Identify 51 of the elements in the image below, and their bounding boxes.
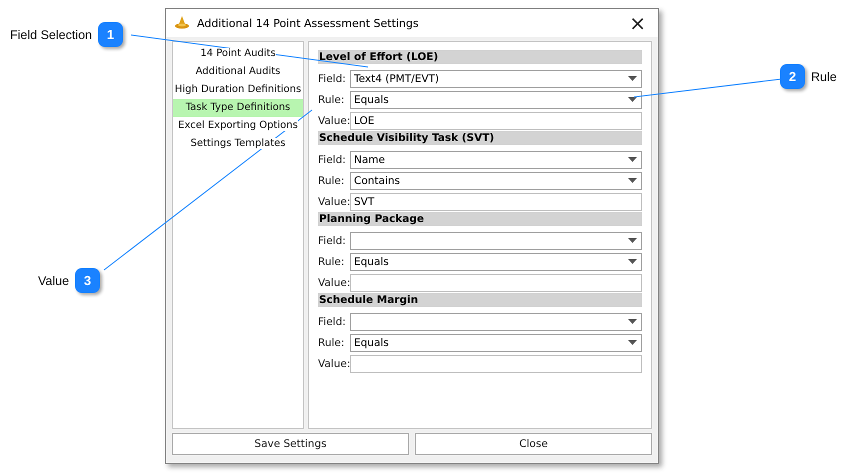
callout-number: 1 [98,22,123,47]
nav-item[interactable]: Settings Templates [173,135,303,153]
window-title: Additional 14 Point Assessment Settings [197,16,420,30]
dropdown[interactable]: Name [350,150,642,168]
field-label: Value: [318,358,350,370]
dialog-button[interactable]: Save Settings [172,433,409,455]
input-field[interactable] [350,274,642,292]
close-button[interactable]: × [625,13,650,33]
callout-label: Rule [811,70,837,84]
dropdown[interactable] [350,312,642,330]
caret-icon [628,157,637,162]
callout-label: Field Selection [10,28,92,42]
input-field[interactable] [350,354,642,372]
callout-number: 3 [75,268,100,293]
field-label: Value: [318,276,350,288]
nav-item[interactable]: Task Type Definitions [173,99,303,117]
cone-icon [174,16,190,30]
caret-icon [628,259,637,264]
input-field[interactable]: SVT [350,192,642,210]
section-header: Planning Package [318,212,642,226]
callout-number: 2 [780,64,805,89]
caret-icon [628,97,637,102]
section-header: Level of Effort (LOE) [318,50,642,64]
caret-icon [628,178,637,183]
field-label: Value: [318,114,350,126]
caret-icon [628,340,637,345]
nav-item[interactable]: 14 Point Audits [173,45,303,63]
field-label: Value: [318,196,350,208]
dropdown[interactable]: Contains [350,172,642,190]
dropdown[interactable]: Text4 (PMT/EVT) [350,70,642,88]
field-label: Rule: [318,94,346,106]
field-label: Field: [318,234,347,246]
nav-item[interactable]: Additional Audits [173,63,303,81]
dropdown[interactable]: Equals [350,252,642,270]
field-label: Rule: [318,256,346,268]
field-label: Rule: [318,174,346,186]
field-label: Field: [318,72,347,84]
section-header: Schedule Margin [318,293,642,307]
caret-icon [628,238,637,243]
dropdown[interactable] [350,232,642,250]
dropdown[interactable]: Equals [350,334,642,352]
section-header: Schedule Visibility Task (SVT) [318,131,642,145]
caret-icon [628,319,637,324]
field-label: Field: [318,154,347,166]
field-label: Rule: [318,336,346,348]
field-label: Field: [318,316,347,328]
dialog-button[interactable]: Close [415,433,652,455]
callout-label: Value [38,274,70,288]
dropdown[interactable]: Equals [350,90,642,108]
input-field[interactable]: LOE [350,112,642,130]
caret-icon [628,76,637,81]
